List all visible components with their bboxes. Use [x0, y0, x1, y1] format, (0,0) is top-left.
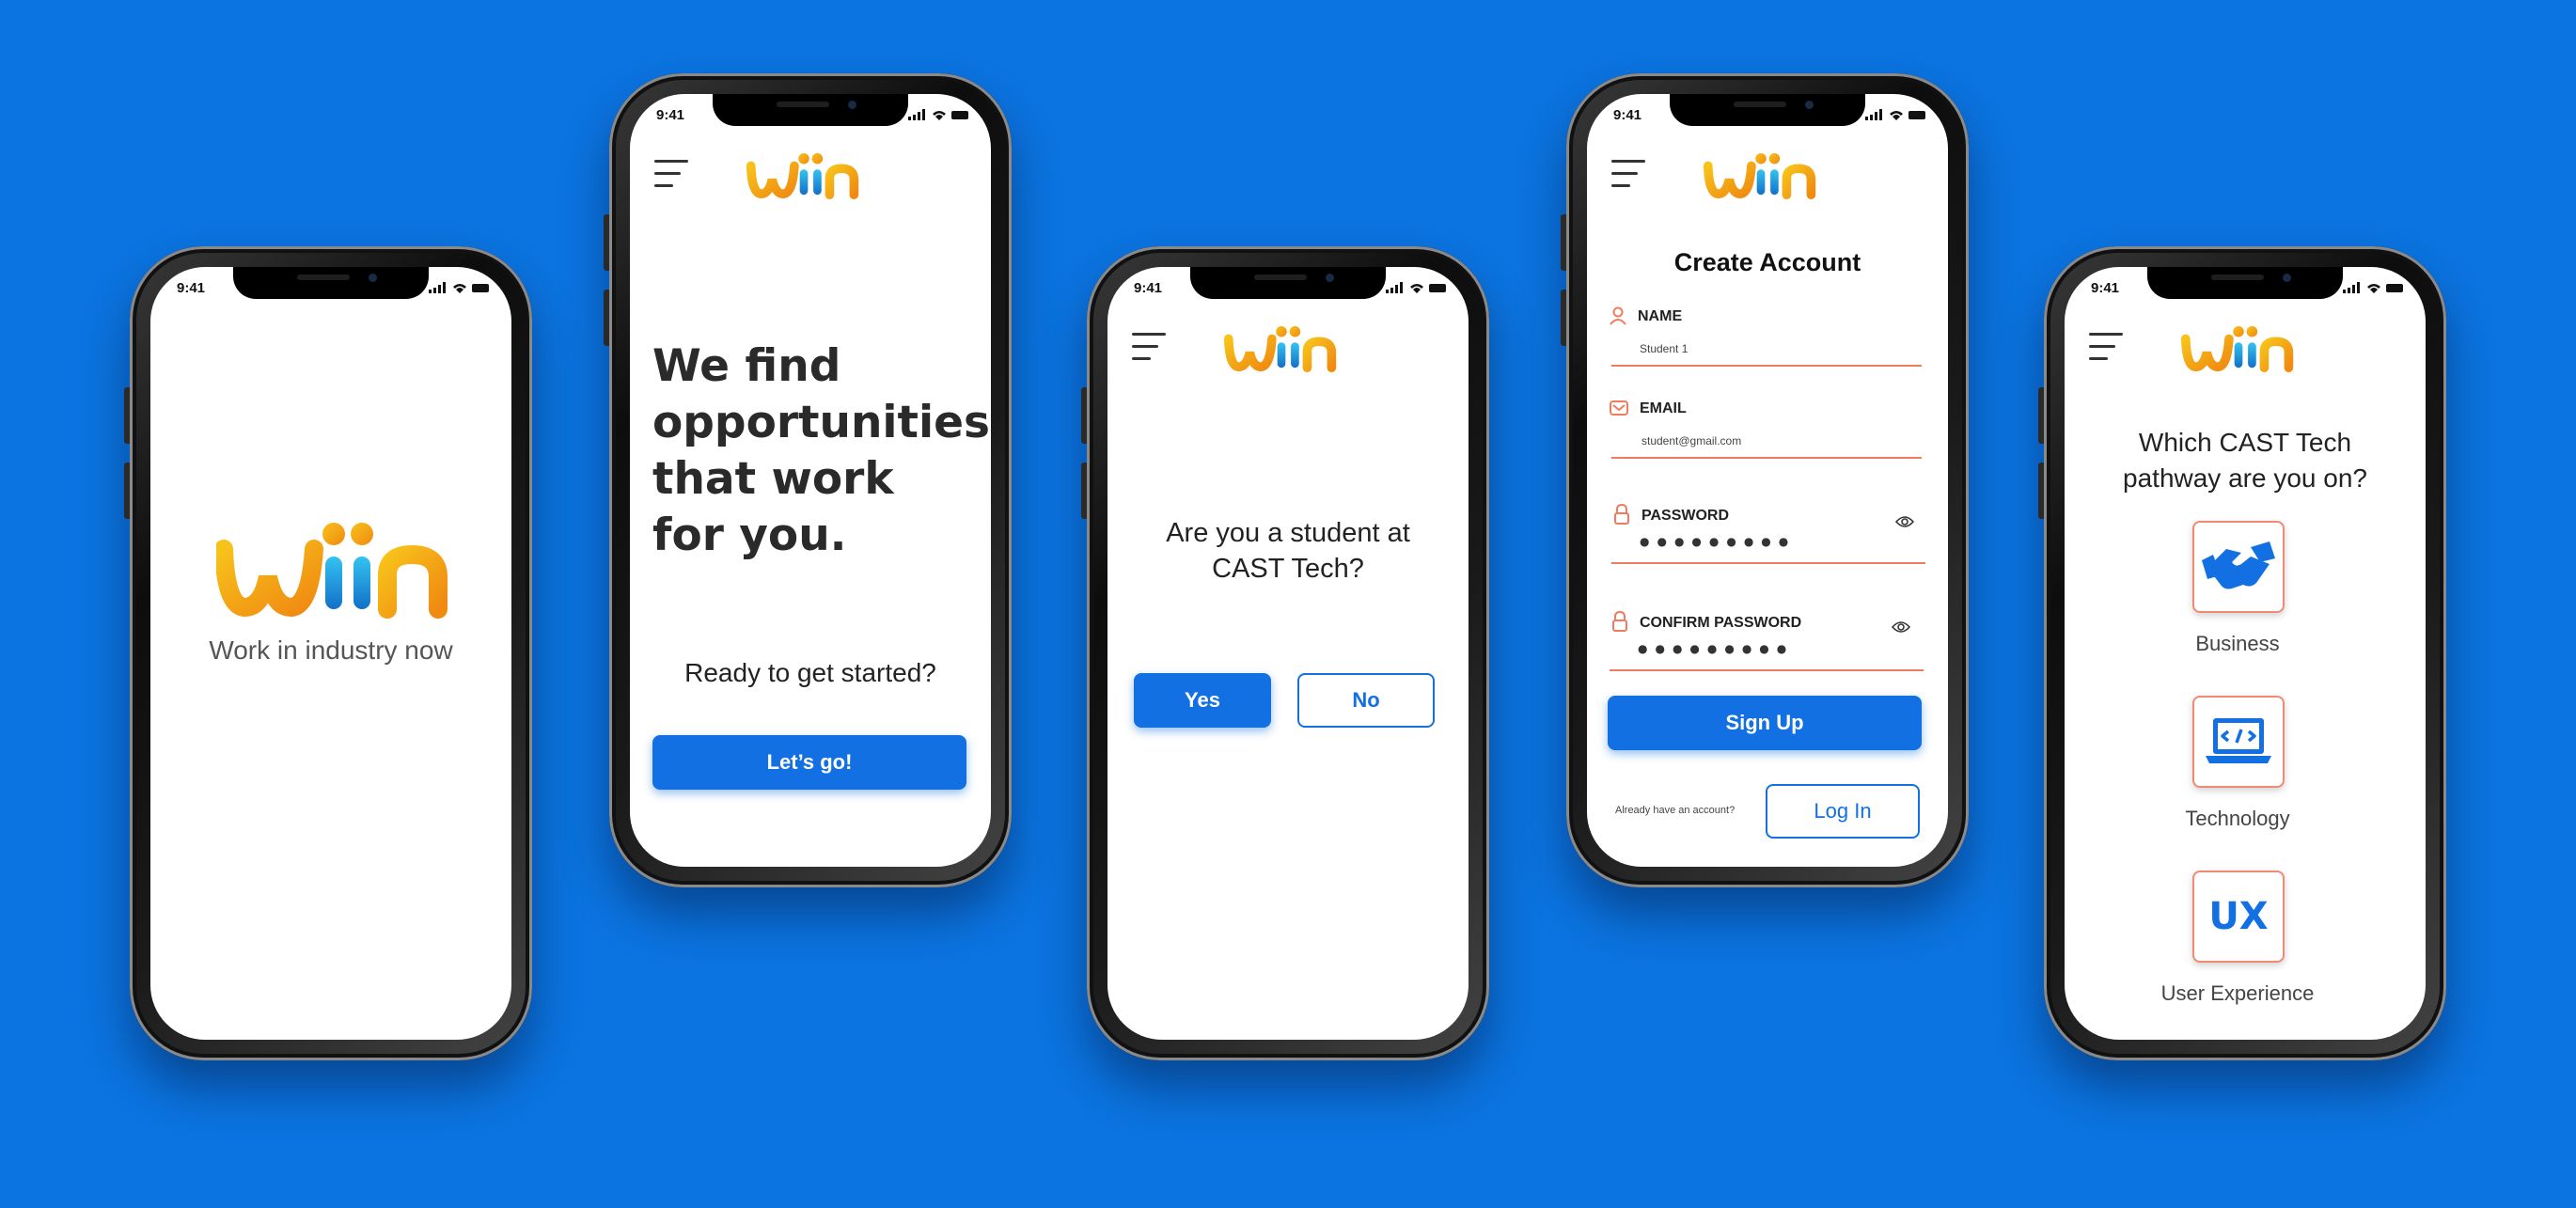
create-account-screen: 9:41 Create Account NAME Student 1 EMAIL… [1587, 94, 1948, 867]
wiin-logo [216, 523, 448, 619]
student-question-screen: 9:41 Are you a student at CAST Tech? Yes… [1107, 267, 1469, 1040]
tagline: Work in industry now [209, 635, 453, 665]
wiin-logo [1703, 152, 1816, 199]
menu-icon[interactable] [1611, 160, 1645, 190]
status-icons [908, 109, 968, 120]
status-time: 9:41 [2091, 280, 2120, 296]
notch [713, 94, 908, 126]
pathway-question: Which CAST Tech pathway are you on? [2123, 428, 2367, 493]
name-label: NAME [1638, 308, 1683, 324]
pathway-label: Business [2195, 632, 2280, 655]
confirm-password-label: CONFIRM PASSWORD [1640, 615, 1802, 631]
lock-icon [1612, 611, 1627, 632]
yes-button[interactable]: Yes [1134, 673, 1271, 728]
no-button[interactable]: No [1297, 673, 1435, 728]
wiin-logo [2180, 325, 2294, 372]
email-underline [1611, 457, 1922, 459]
wiin-logo [746, 152, 859, 199]
status-time: 9:41 [1613, 107, 1642, 123]
confirm-password-field[interactable]: ●●●●●●●●● [1638, 643, 1794, 654]
wiin-logo [1223, 325, 1337, 372]
confirm-underline [1610, 669, 1924, 671]
status-time: 9:41 [177, 280, 206, 296]
lets-go-button[interactable]: Let’s go! [652, 735, 966, 790]
menu-icon[interactable] [2089, 333, 2123, 363]
phone-welcome: 9:41 We find opportunities that work for… [604, 73, 1012, 887]
phone-splash: 9:41 Work in industry now [124, 246, 532, 1060]
welcome-screen: 9:41 We find opportunities that work for… [630, 94, 991, 867]
phone-pathway: 9:41 Which CAST Tech pathway are you on?… [2038, 246, 2446, 1060]
pathway-user-experience[interactable]: UX [2192, 871, 2285, 963]
pathway-screen: 9:41 Which CAST Tech pathway are you on?… [2065, 267, 2426, 1040]
status-icons [2343, 282, 2403, 293]
headline: We find opportunities that work for you. [652, 340, 990, 561]
menu-icon[interactable] [654, 160, 688, 190]
eye-icon[interactable] [1892, 620, 1910, 634]
name-field[interactable]: Student 1 [1640, 342, 1688, 355]
notch [1190, 267, 1386, 299]
sign-up-button[interactable]: Sign Up [1608, 696, 1922, 750]
splash-screen: 9:41 Work in industry now [150, 267, 511, 1040]
handshake-icon [2202, 541, 2275, 589]
status-icons [1386, 282, 1446, 293]
mail-icon [1610, 400, 1628, 416]
pathway-business[interactable] [2192, 521, 2285, 613]
password-field[interactable]: ●●●●●●●●● [1640, 536, 1796, 547]
status-time: 9:41 [1134, 280, 1163, 296]
user-icon [1610, 306, 1626, 325]
password-label: PASSWORD [1641, 508, 1730, 524]
laptop-code-icon [2206, 718, 2271, 763]
status-icons [429, 282, 489, 293]
pathway-label: Technology [2185, 807, 2290, 830]
eye-icon[interactable] [1895, 515, 1914, 528]
notch [2147, 267, 2343, 299]
phone-student-question: 9:41 Are you a student at CAST Tech? Yes… [1081, 246, 1489, 1060]
status-icons [1865, 109, 1925, 120]
pathway-label: User Experience [2160, 981, 2315, 1005]
log-in-button[interactable]: Log In [1766, 784, 1920, 839]
email-label: EMAIL [1640, 400, 1687, 416]
menu-icon[interactable] [1132, 333, 1166, 363]
notch [1670, 94, 1865, 126]
name-underline [1611, 365, 1922, 367]
ux-icon: UX [2208, 895, 2269, 938]
already-account-text: Already have an account? [1615, 805, 1736, 816]
student-question: Are you a student at CAST Tech? [1166, 518, 1410, 584]
password-underline [1611, 562, 1925, 564]
status-time: 9:41 [656, 107, 685, 123]
pathway-technology[interactable] [2192, 696, 2285, 788]
phone-create-account: 9:41 Create Account NAME Student 1 EMAIL… [1561, 73, 1969, 887]
get-started-prompt: Ready to get started? [684, 658, 936, 687]
notch [233, 267, 429, 299]
lock-icon [1614, 504, 1629, 525]
create-account-title: Create Account [1673, 248, 1861, 276]
email-field[interactable]: student@gmail.com [1641, 434, 1741, 447]
